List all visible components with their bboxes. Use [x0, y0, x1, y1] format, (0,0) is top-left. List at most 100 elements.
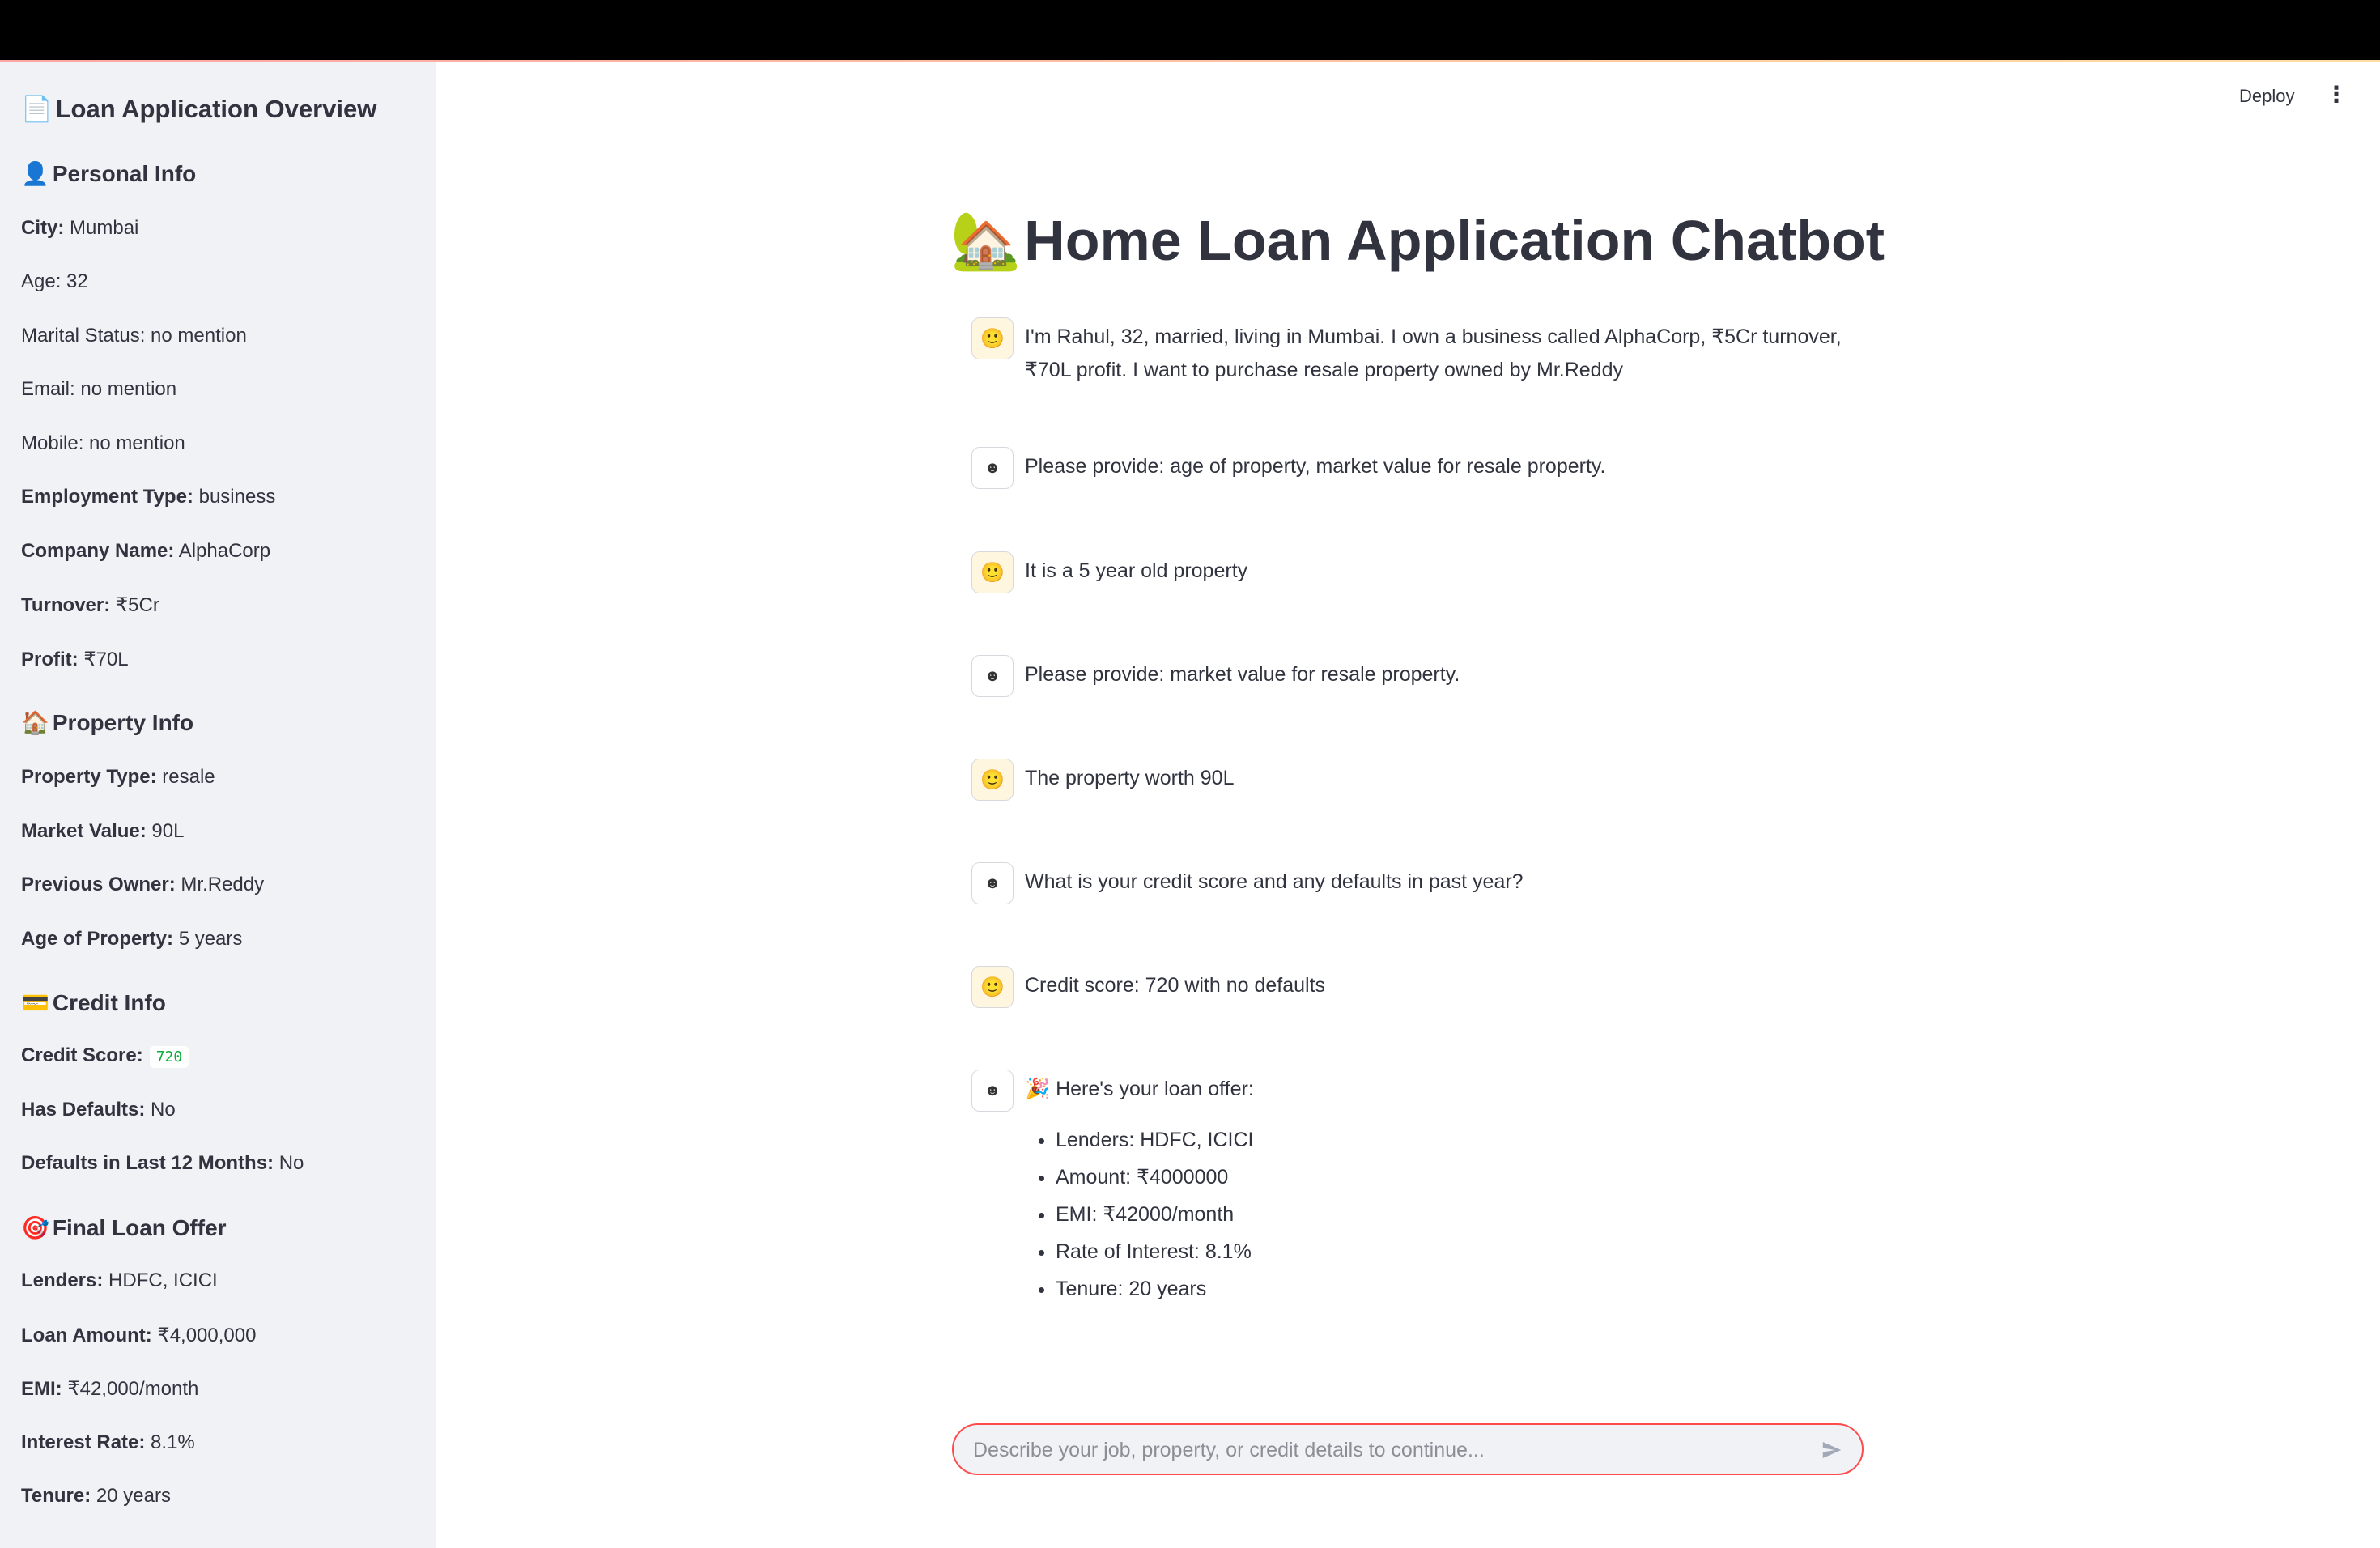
document-icon: 📄 — [21, 95, 53, 124]
message-text: The property worth 90L — [1025, 767, 1235, 789]
sidebar-title: 📄 Loan Application Overview — [21, 94, 376, 124]
lenders-field: Lenders: HDFC, ICICI — [21, 1269, 218, 1292]
message-text: It is a 5 year old property — [1025, 559, 1248, 582]
page-title-text: Home Loan Application Chatbot — [1024, 209, 1885, 272]
credit-info-heading-text: Credit Info — [52, 990, 166, 1015]
final-loan-offer-heading: 🎯 Final Loan Offer — [21, 1214, 227, 1241]
property-type-label: Property Type: — [21, 766, 157, 788]
city-label: City: — [21, 217, 65, 239]
previous-owner-label: Previous Owner: — [21, 874, 176, 895]
turnover-field: Turnover: ₹5Cr — [21, 593, 159, 617]
lenders-value: HDFC, ICICI — [108, 1269, 218, 1291]
final-loan-offer-heading-text: Final Loan Offer — [52, 1215, 227, 1240]
property-type-value: resale — [162, 766, 215, 788]
sidebar: 📄 Loan Application Overview 👤 Personal Inf… — [0, 62, 436, 1548]
emi-label: EMI: — [21, 1378, 62, 1400]
chat-input[interactable] — [973, 1435, 1783, 1465]
list-item: Rate of Interest: 8.1% — [1056, 1233, 1254, 1270]
property-age-label: Age of Property: — [21, 928, 174, 950]
defaults-12-months-value: No — [278, 1152, 304, 1174]
tenure-field: Tenure: 20 years — [21, 1485, 171, 1508]
credit-score-field: Credit Score: 720 — [21, 1044, 189, 1068]
credit-info-heading: 💳 Credit Info — [21, 989, 166, 1016]
assistant-avatar-icon: ☻ — [971, 447, 1014, 489]
tenure-value: 20 years — [96, 1485, 171, 1507]
has-defaults-value: No — [151, 1099, 176, 1121]
assistant-avatar-icon: ☻ — [971, 1070, 1014, 1112]
user-avatar-icon: 🙂 — [971, 551, 1014, 593]
defaults-12-months-label: Defaults in Last 12 Months: — [21, 1152, 274, 1174]
interest-rate-field: Interest Rate: 8.1% — [21, 1431, 195, 1454]
property-info-heading-text: Property Info — [52, 710, 194, 735]
send-icon[interactable] — [1818, 1436, 1846, 1464]
main-menu-icon[interactable]: ⋮ — [2325, 81, 2348, 108]
market-value-value: 90L — [151, 820, 185, 842]
employment-value: business — [198, 486, 276, 508]
emi-value: ₹42,000/month — [67, 1378, 199, 1400]
house-with-garden-icon: 🏡 — [950, 207, 1022, 274]
property-type-field: Property Type: resale — [21, 766, 215, 789]
company-value: AlphaCorp — [178, 540, 271, 562]
profit-value: ₹70L — [83, 649, 129, 670]
employment-label: Employment Type: — [21, 486, 193, 508]
defaults-12-months-field: Defaults in Last 12 Months: No — [21, 1152, 304, 1175]
interest-rate-value: 8.1% — [151, 1431, 195, 1453]
loan-offer-list: Lenders: HDFC, ICICI Amount: ₹4000000 EM… — [1025, 1121, 1254, 1308]
credit-card-icon: 💳 — [21, 989, 49, 1016]
loan-amount-value: ₹4,000,000 — [157, 1325, 257, 1346]
chat-input-container — [952, 1423, 1864, 1475]
list-item: Tenure: 20 years — [1056, 1270, 1254, 1308]
target-icon: 🎯 — [21, 1214, 49, 1241]
property-age-value: 5 years — [178, 928, 243, 950]
employment-type-field: Employment Type: business — [21, 486, 275, 508]
user-avatar-icon: 🙂 — [971, 317, 1014, 359]
company-name-field: Company Name: AlphaCorp — [21, 540, 270, 563]
user-avatar-icon: 🙂 — [971, 759, 1014, 801]
marital-status-field: Marital Status: no mention — [21, 325, 247, 347]
assistant-avatar-icon: ☻ — [971, 862, 1014, 904]
list-item: Lenders: HDFC, ICICI — [1056, 1121, 1254, 1159]
market-value-label: Market Value: — [21, 820, 147, 842]
assistant-avatar-icon: ☻ — [971, 655, 1014, 697]
deploy-button[interactable]: Deploy — [2239, 86, 2294, 107]
interest-rate-label: Interest Rate: — [21, 1431, 146, 1453]
sidebar-title-text: Loan Application Overview — [55, 95, 377, 123]
has-defaults-field: Has Defaults: No — [21, 1099, 176, 1121]
loan-amount-label: Loan Amount: — [21, 1325, 152, 1346]
emi-field: EMI: ₹42,000/month — [21, 1377, 198, 1401]
message-text: 🎉 Here's your loan offer: — [1025, 1078, 1254, 1100]
age-field: Age: 32 — [21, 270, 88, 292]
list-item: EMI: ₹42000/month — [1056, 1196, 1254, 1233]
mobile-field: Mobile: no mention — [21, 432, 185, 454]
house-icon: 🏠 — [21, 709, 49, 736]
credit-score-label: Credit Score: — [21, 1044, 143, 1066]
send-arrow-svg — [1822, 1442, 1842, 1458]
loan-amount-field: Loan Amount: ₹4,000,000 — [21, 1324, 256, 1347]
company-label: Company Name: — [21, 540, 175, 562]
turnover-label: Turnover: — [21, 594, 111, 616]
lenders-label: Lenders: — [21, 1269, 104, 1291]
market-value-field: Market Value: 90L — [21, 820, 184, 843]
profit-field: Profit: ₹70L — [21, 648, 129, 671]
previous-owner-field: Previous Owner: Mr.Reddy — [21, 874, 264, 896]
tenure-label: Tenure: — [21, 1485, 91, 1507]
city-field: City: Mumbai — [21, 217, 138, 240]
message-text: Please provide: market value for resale … — [1025, 663, 1460, 686]
person-icon: 👤 — [21, 160, 49, 187]
has-defaults-label: Has Defaults: — [21, 1099, 146, 1121]
personal-info-heading-text: Personal Info — [52, 161, 197, 186]
email-field: Email: no mention — [21, 378, 177, 400]
message-text: Credit score: 720 with no defaults — [1025, 974, 1326, 997]
profit-label: Profit: — [21, 649, 79, 670]
app-top-bar — [0, 0, 2380, 60]
message-text: Please provide: age of property, market … — [1025, 455, 1606, 478]
previous-owner-value: Mr.Reddy — [181, 874, 265, 895]
list-item: Amount: ₹4000000 — [1056, 1159, 1254, 1196]
turnover-value: ₹5Cr — [115, 594, 159, 616]
city-value: Mumbai — [70, 217, 139, 239]
property-info-heading: 🏠 Property Info — [21, 709, 193, 736]
personal-info-heading: 👤 Personal Info — [21, 160, 196, 187]
property-age-field: Age of Property: 5 years — [21, 928, 242, 950]
user-avatar-icon: 🙂 — [971, 966, 1014, 1008]
credit-score-value: 720 — [149, 1046, 189, 1068]
